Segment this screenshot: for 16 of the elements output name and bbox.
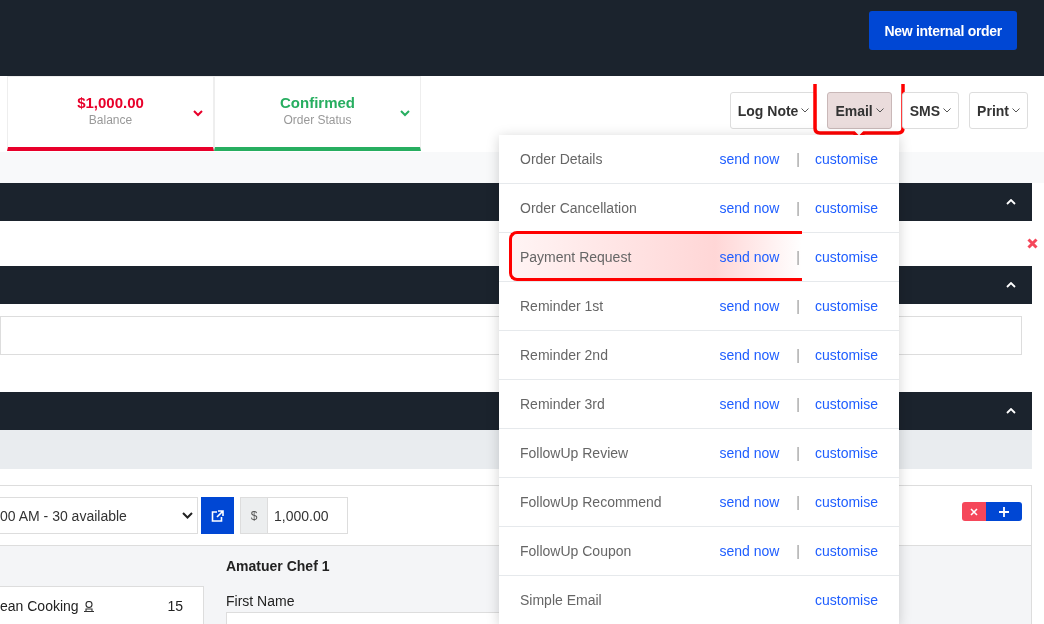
attendee-title: Amatuer Chef 1 [226,558,331,574]
stat-label: Balance [88,112,133,127]
stat-value: $1,000.00 [77,93,144,111]
class-count: 15 [167,598,183,614]
stat-label: Order Status [283,112,352,127]
separator: | [796,543,800,559]
currency-addon: $ [240,497,268,534]
separator: | [796,494,800,510]
separator: | [796,249,800,265]
separator: | [796,200,800,216]
separator: | [796,151,800,167]
separator: | [796,298,800,314]
separator: | [796,445,800,461]
separator: | [796,396,800,412]
stat-value: Confirmed [280,93,355,111]
separator: | [796,347,800,363]
